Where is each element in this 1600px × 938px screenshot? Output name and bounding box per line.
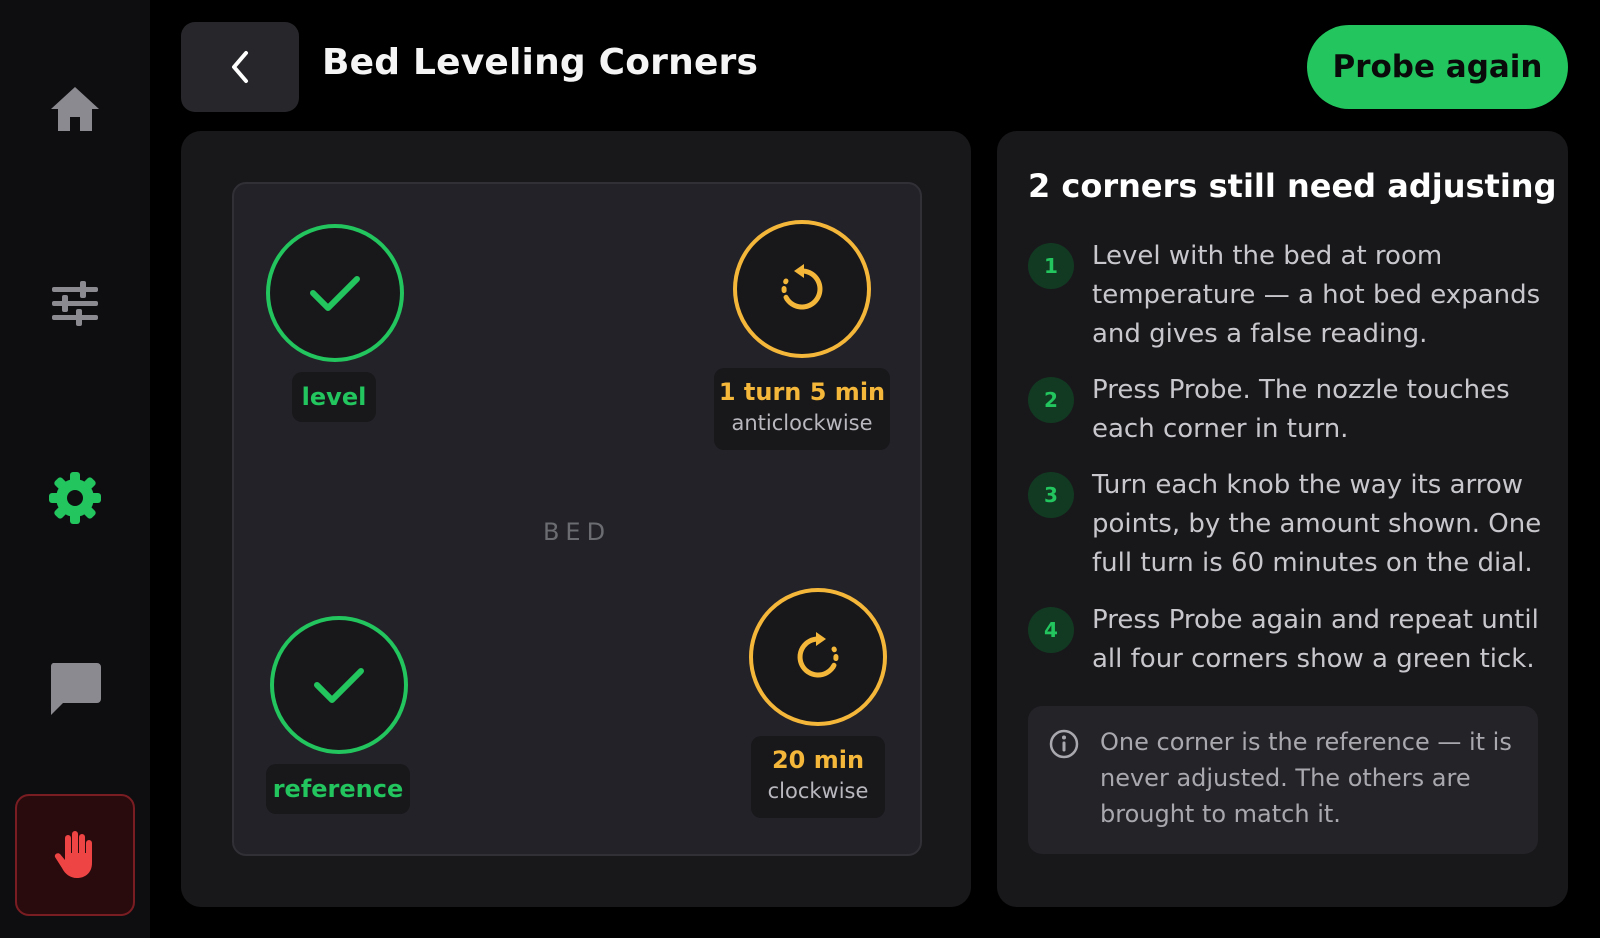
- step-number: 3: [1028, 472, 1074, 518]
- nav-settings[interactable]: [40, 463, 110, 533]
- rotate-anticlockwise-icon: [781, 264, 823, 310]
- corner-top-right-indicator[interactable]: [733, 220, 871, 358]
- info-text: One corner is the reference — it is neve…: [1100, 728, 1512, 828]
- nav-tune[interactable]: [40, 268, 110, 338]
- chevron-left-icon: [232, 51, 248, 83]
- step-number: 2: [1028, 377, 1074, 423]
- chat-icon: [50, 663, 101, 715]
- corner-top-right-amount: 1 turn 5 min: [718, 378, 886, 406]
- corner-bottom-left-indicator[interactable]: [270, 616, 408, 754]
- check-icon: [310, 276, 360, 311]
- instructions-panel: 2 corners still need adjusting 1 Level w…: [997, 131, 1568, 907]
- back-button[interactable]: [181, 22, 299, 112]
- step-text: Level with the bed at room temperature —…: [1092, 241, 1541, 349]
- gear-icon: [49, 472, 101, 524]
- step-text: Press Probe again and repeat until all f…: [1092, 605, 1539, 674]
- step-item: 1 Level with the bed at room temperature…: [1028, 237, 1548, 357]
- corner-top-right-adjustment: 1 turn 5 min anticlockwise: [714, 368, 890, 450]
- corner-top-left-status: level: [292, 372, 376, 422]
- step-number: 1: [1028, 243, 1074, 289]
- nav-home[interactable]: [40, 74, 110, 144]
- corner-top-right-direction: anticlockwise: [731, 411, 873, 435]
- bed-label: BED: [542, 518, 612, 546]
- step-item: 3 Turn each knob the way its arrow point…: [1028, 466, 1548, 586]
- corner-bottom-right-indicator[interactable]: [749, 588, 887, 726]
- instructions-title: 2 corners still need adjusting: [1028, 167, 1557, 205]
- corner-bottom-right-adjustment: 20 min clockwise: [751, 736, 885, 818]
- home-icon: [51, 87, 99, 131]
- corner-bottom-right-amount: 20 min: [771, 746, 865, 774]
- step-item: 2 Press Probe. The nozzle touches each c…: [1028, 371, 1548, 451]
- hand-stop-icon: [54, 831, 92, 878]
- info-icon: [1049, 729, 1079, 759]
- corner-bottom-left-status: reference: [266, 764, 410, 814]
- emergency-stop-button[interactable]: [15, 794, 135, 916]
- probe-again-button[interactable]: Probe again: [1307, 25, 1568, 109]
- step-number: 4: [1028, 607, 1074, 653]
- nav-messages[interactable]: [40, 654, 110, 724]
- page-title: Bed Leveling Corners: [322, 42, 759, 83]
- corner-bottom-right-direction: clockwise: [767, 779, 869, 803]
- sliders-icon: [52, 281, 98, 326]
- step-item: 4 Press Probe again and repeat until all…: [1028, 601, 1548, 681]
- step-text: Turn each knob the way its arrow points,…: [1092, 470, 1542, 578]
- rotate-clockwise-icon: [797, 632, 839, 678]
- corner-top-left-indicator[interactable]: [266, 224, 404, 362]
- sidebar: [0, 0, 150, 938]
- info-note: One corner is the reference — it is neve…: [1028, 706, 1538, 854]
- check-icon: [314, 668, 364, 703]
- step-text: Press Probe. The nozzle touches each cor…: [1092, 375, 1510, 444]
